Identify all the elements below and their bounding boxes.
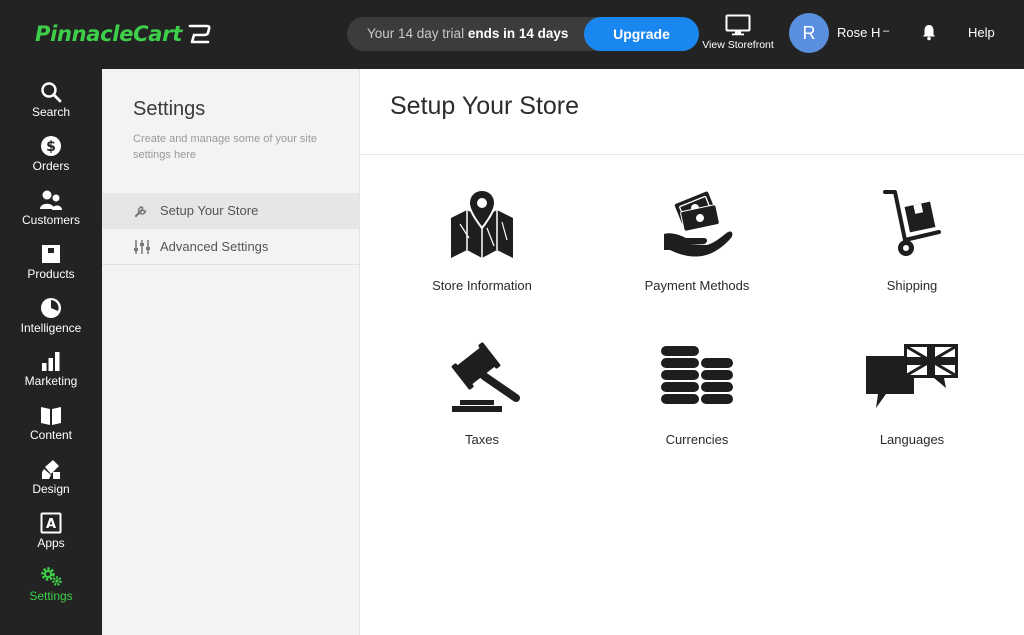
nav-item-orders[interactable]: $ Orders xyxy=(0,135,102,187)
nav-item-apps[interactable]: A Apps xyxy=(0,512,102,564)
tile-languages[interactable]: Languages xyxy=(827,342,997,472)
left-nav: Search $ Orders Customers Products Intel xyxy=(0,69,102,635)
logo-text: PinnacleCart xyxy=(35,22,182,46)
tile-label-languages: Languages xyxy=(879,432,945,447)
tile-label-taxes: Taxes xyxy=(465,432,499,447)
bell-icon[interactable] xyxy=(920,23,938,46)
wrench-icon xyxy=(134,206,147,218)
nav-item-search[interactable]: Search xyxy=(0,81,102,133)
trial-text-prefix: Your 14 day trial xyxy=(367,26,468,41)
nav-item-intelligence[interactable]: Intelligence xyxy=(0,297,102,349)
nav-label-apps: Apps xyxy=(37,536,65,550)
top-bar: PinnacleCart Your 14 day trial ends in 1… xyxy=(0,0,1024,69)
nav-item-design[interactable]: Design xyxy=(0,458,102,510)
nav-item-settings[interactable]: Settings xyxy=(0,565,102,617)
nav-item-products[interactable]: Products xyxy=(0,243,102,295)
map-pin-icon xyxy=(451,188,513,258)
view-storefront-label: View Storefront xyxy=(702,39,774,51)
coin-stacks-icon xyxy=(661,346,733,404)
avatar[interactable]: R xyxy=(789,13,829,53)
tile-label-shipping: Shipping xyxy=(886,278,938,293)
tile-label-currencies: Currencies xyxy=(665,432,729,447)
hand-truck-icon xyxy=(883,190,941,256)
trial-text: Your 14 day trial ends in 14 days xyxy=(367,17,568,51)
view-storefront-button[interactable]: View Storefront xyxy=(700,14,776,58)
tile-store-information[interactable]: Store Information xyxy=(397,188,567,318)
nav-item-content[interactable]: Content xyxy=(0,404,102,456)
gears-icon xyxy=(41,567,62,586)
chevron-down-icon[interactable]: – xyxy=(883,25,889,37)
nav-item-customers[interactable]: Customers xyxy=(0,189,102,241)
nav-label-customers: Customers xyxy=(21,213,80,227)
trial-banner: Your 14 day trial ends in 14 days Upgrad… xyxy=(347,17,699,51)
nav-item-marketing[interactable]: Marketing xyxy=(0,350,102,402)
gavel-icon xyxy=(451,342,520,412)
nav-label-design: Design xyxy=(32,482,70,496)
menu-label-advanced-settings: Advanced Settings xyxy=(160,239,269,254)
nav-label-marketing: Marketing xyxy=(24,374,78,388)
settings-panel: Settings Create and manage some of your … xyxy=(102,69,360,635)
speech-flag-icon xyxy=(866,344,958,408)
page-title: Setup Your Store xyxy=(390,92,580,120)
title-divider xyxy=(360,154,1024,155)
menu-label-setup-your-store: Setup Your Store xyxy=(160,203,259,218)
help-link[interactable]: Help xyxy=(968,25,995,40)
book-icon xyxy=(41,407,61,425)
nav-label-orders: Orders xyxy=(32,159,70,173)
nav-label-settings: Settings xyxy=(29,589,73,603)
tile-taxes[interactable]: Taxes xyxy=(397,342,567,472)
paint-icon xyxy=(42,460,60,479)
settings-description: Create and manage some of your site sett… xyxy=(133,133,318,161)
apps-icon: A xyxy=(40,512,62,534)
tile-label-payment-methods: Payment Methods xyxy=(644,278,750,293)
search-icon xyxy=(41,82,62,103)
trial-text-emphasis: ends in 14 days xyxy=(467,26,569,41)
tile-currencies[interactable]: Currencies xyxy=(612,342,782,472)
users-icon xyxy=(40,190,62,210)
username[interactable]: Rose H xyxy=(837,25,880,40)
nav-label-products: Products xyxy=(27,267,75,281)
svg-text:$: $ xyxy=(46,139,56,155)
hand-money-icon xyxy=(664,191,733,257)
svg-text:A: A xyxy=(46,517,56,532)
sliders-icon xyxy=(134,240,150,254)
nav-label-intelligence: Intelligence xyxy=(20,321,82,335)
settings-title: Settings xyxy=(133,98,206,120)
menu-item-advanced-settings[interactable]: Advanced Settings xyxy=(102,229,359,265)
cart-logo-icon xyxy=(188,24,211,44)
pie-chart-icon xyxy=(41,298,61,318)
tile-label-store-information: Store Information xyxy=(432,278,532,293)
nav-label-search: Search xyxy=(31,105,71,119)
menu-item-setup-your-store[interactable]: Setup Your Store xyxy=(102,193,359,229)
logo[interactable]: PinnacleCart xyxy=(35,19,212,49)
bar-chart-icon xyxy=(42,352,60,371)
upgrade-button[interactable]: Upgrade xyxy=(584,17,699,51)
tile-shipping[interactable]: Shipping xyxy=(827,188,997,318)
monitor-icon xyxy=(725,14,751,36)
dollar-icon: $ xyxy=(41,136,61,156)
box-icon xyxy=(42,245,60,263)
nav-label-content: Content xyxy=(29,428,73,442)
tile-payment-methods[interactable]: Payment Methods xyxy=(612,188,782,318)
